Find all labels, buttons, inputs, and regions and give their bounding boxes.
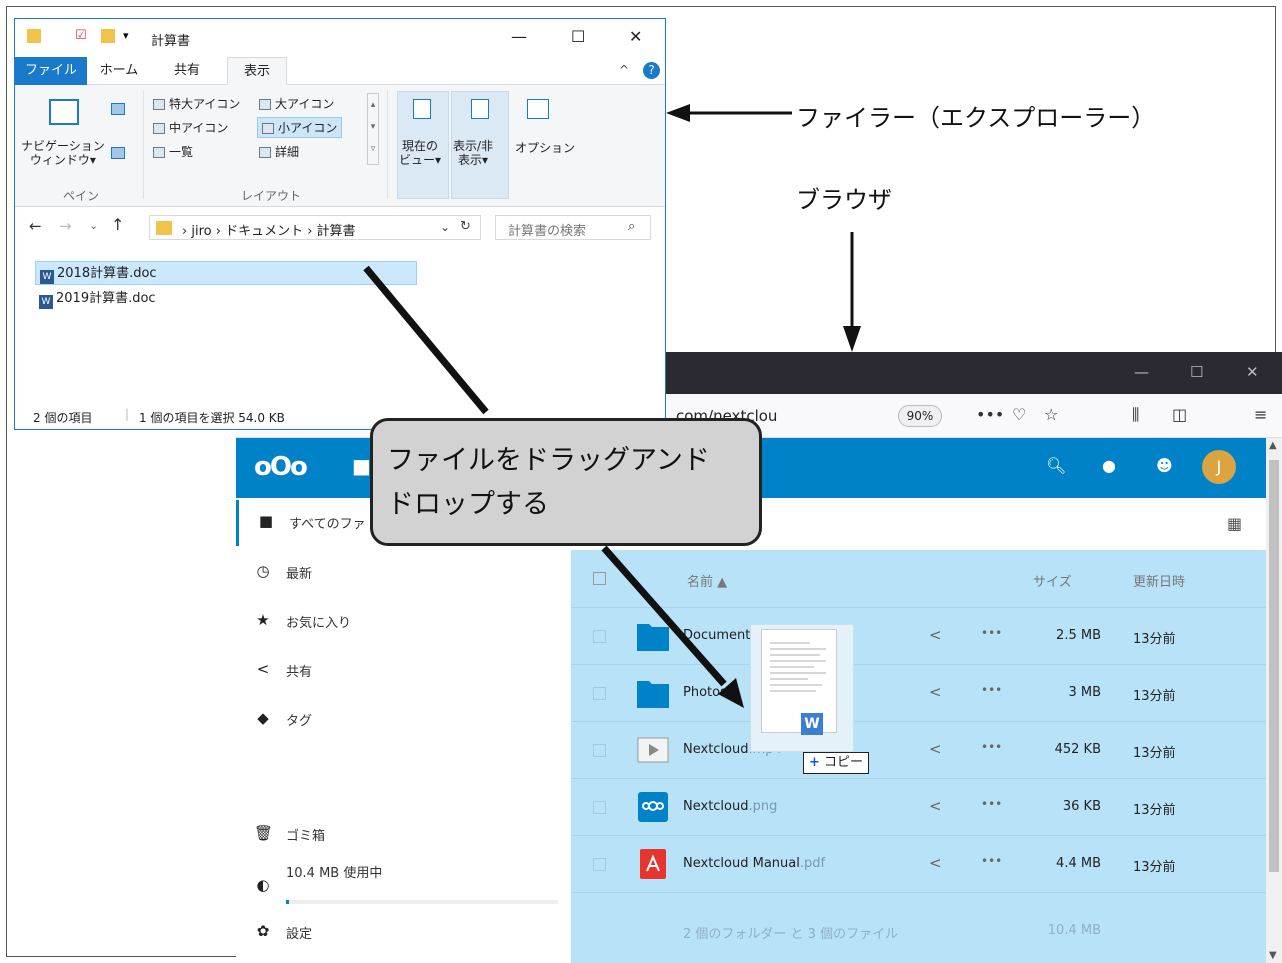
filer-annotation: ファイラー（エクスプローラー） [796,104,1156,132]
browser-annotation: ブラウザ [796,186,892,214]
callout-bubble: ファイルをドラッグアンド ドロップする [370,418,762,546]
callout-text: ファイルをドラッグアンド ドロップする [387,445,710,520]
